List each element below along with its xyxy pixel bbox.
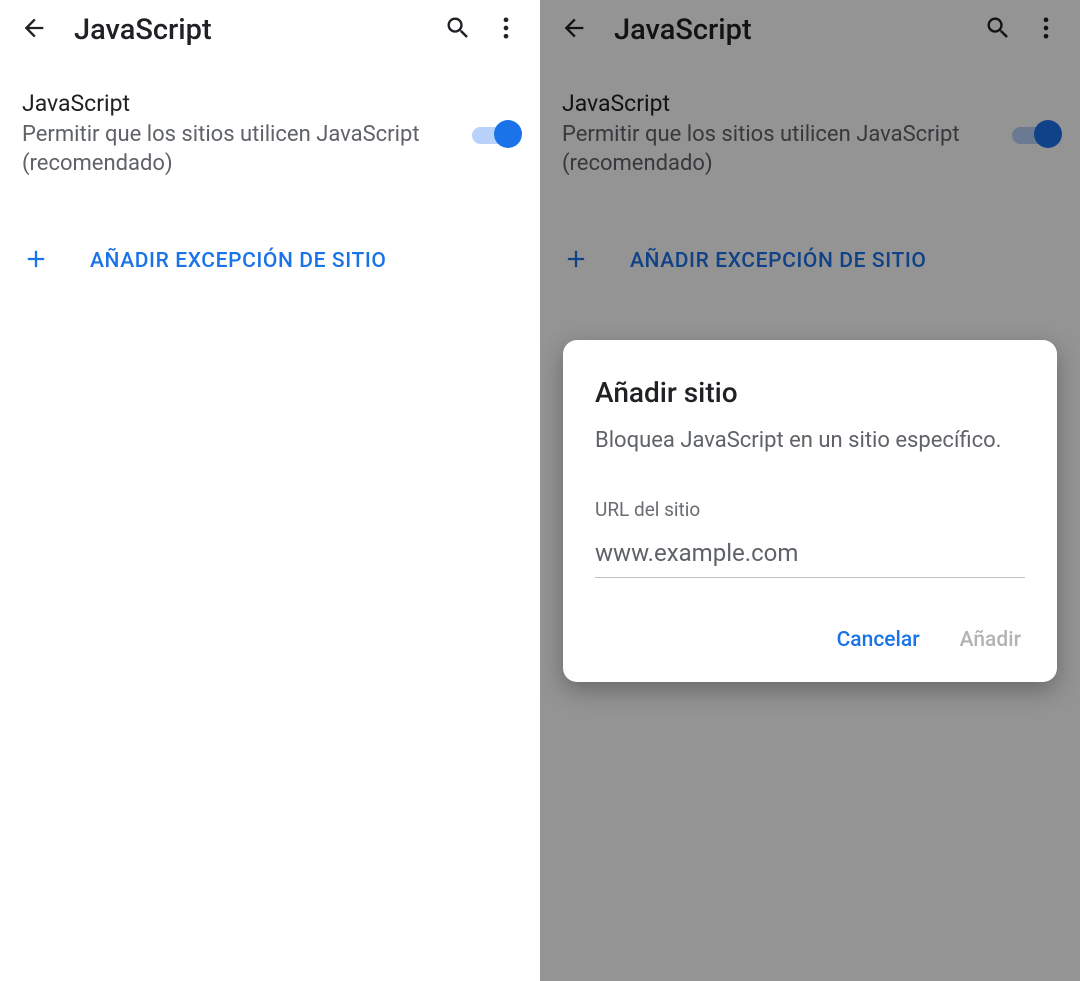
dialog-actions: Cancelar Añadir: [595, 618, 1025, 662]
javascript-toggle-row[interactable]: JavaScript Permitir que los sitios utili…: [0, 60, 540, 178]
plus-icon-wrap: [22, 245, 70, 277]
add-site-dialog: Añadir sitio Bloquea JavaScript en un si…: [563, 340, 1057, 682]
setting-text: JavaScript Permitir que los sitios utili…: [22, 90, 456, 178]
add-exception-label: AÑADIR EXCEPCIÓN DE SITIO: [90, 249, 386, 273]
toggle-thumb: [494, 120, 522, 148]
add-site-exception-button[interactable]: AÑADIR EXCEPCIÓN DE SITIO: [0, 233, 540, 289]
more-vert-icon: [492, 14, 520, 46]
url-field-label: URL del sitio: [595, 498, 1025, 521]
settings-screen-left: JavaScript JavaScript Permitir que los s…: [0, 0, 540, 981]
search-icon: [444, 14, 472, 46]
cancel-button[interactable]: Cancelar: [833, 618, 924, 662]
more-menu-button[interactable]: [482, 6, 530, 54]
settings-screen-right: JavaScript JavaScript Permitir que los s…: [540, 0, 1080, 981]
dialog-description: Bloquea JavaScript en un sitio específic…: [595, 427, 1025, 456]
javascript-toggle[interactable]: [472, 120, 518, 148]
search-button[interactable]: [434, 6, 482, 54]
plus-icon: [22, 245, 50, 277]
app-bar: JavaScript: [0, 0, 540, 60]
add-button[interactable]: Añadir: [956, 618, 1025, 662]
dialog-title: Añadir sitio: [595, 376, 1025, 409]
arrow-back-icon: [20, 14, 48, 46]
setting-description: Permitir que los sitios utilicen JavaScr…: [22, 121, 456, 178]
site-url-input[interactable]: [595, 535, 1025, 578]
back-button[interactable]: [10, 6, 58, 54]
page-title: JavaScript: [74, 13, 434, 47]
setting-title: JavaScript: [22, 90, 456, 117]
